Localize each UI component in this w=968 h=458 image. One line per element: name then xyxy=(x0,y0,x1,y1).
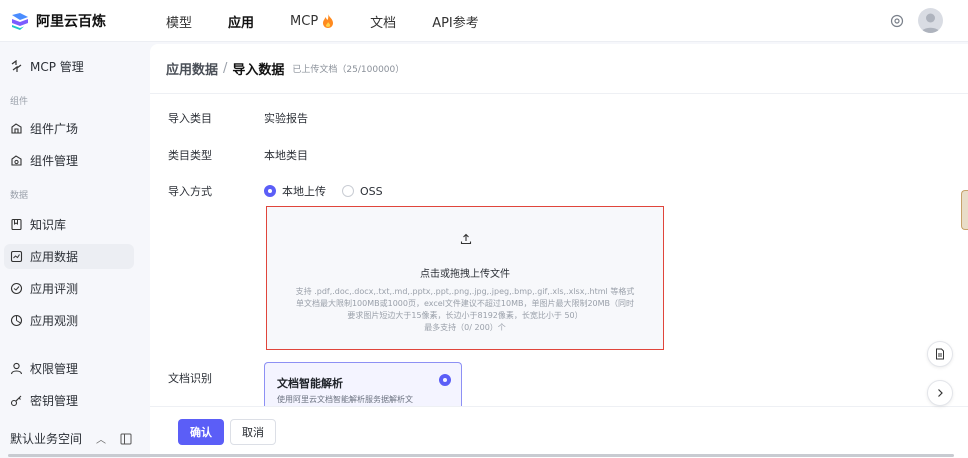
sidebar-item-label: 密钥管理 xyxy=(30,394,79,408)
sidebar-item-app-eval[interactable]: 应用评测 xyxy=(4,276,134,301)
sidebar-item-mcp[interactable]: MCP 管理 xyxy=(4,54,134,79)
chevron-up-icon[interactable]: ︿ xyxy=(96,431,106,446)
radio-local-upload-label[interactable]: 本地上传 xyxy=(282,183,326,199)
sidebar-item-label: 知识库 xyxy=(30,218,67,232)
nav-api-reference-label: API参考 xyxy=(432,15,479,31)
app-name: 阿里云百炼 xyxy=(36,14,106,30)
document-float-button[interactable] xyxy=(927,341,953,367)
smart-parse-title: 文档智能解析 xyxy=(277,377,343,390)
upload-max-count: 最多支持（0/ 200）个 xyxy=(424,323,506,332)
breadcrumb: 应用数据 / 导入数据 已上传文档（25/100000） xyxy=(150,44,968,94)
upload-count-note: 已上传文档（25/100000） xyxy=(292,65,405,75)
category-value: 实验报告 xyxy=(264,112,308,125)
import-method-radio-group: 本地上传 OSS xyxy=(264,183,399,199)
sidebar-group-components: 组件 xyxy=(10,97,29,107)
user-permission-icon xyxy=(10,362,23,375)
sidebar-item-label: 应用观测 xyxy=(30,314,79,328)
radio-local-upload[interactable] xyxy=(264,185,276,197)
category-label: 导入类目 xyxy=(168,112,212,125)
sidebar-item-label: 应用数据 xyxy=(30,250,79,264)
chevron-right-icon xyxy=(938,389,943,397)
smart-parse-card[interactable]: 文档智能解析 使用阿里云文档智能解析服务据解析文 xyxy=(264,362,462,410)
knowledge-base-icon xyxy=(11,218,22,231)
app-logo[interactable]: 阿里云百炼 xyxy=(10,11,106,31)
sidebar-item-label: 权限管理 xyxy=(30,362,79,376)
workspace-name[interactable]: 默认业务空间 xyxy=(10,430,82,447)
upload-image-limits: 要求图片短边大于15像素，长边小于8192像素，长宽比小于 50） xyxy=(347,311,583,320)
sidebar-item-permissions[interactable]: 权限管理 xyxy=(4,356,134,381)
nav-docs-label: 文档 xyxy=(370,15,397,31)
radio-oss[interactable] xyxy=(342,185,354,197)
nav-apps-label: 应用 xyxy=(228,15,255,31)
sidebar-item-knowledge[interactable]: 知识库 xyxy=(4,212,134,237)
sidebar-item-components-manage[interactable]: 组件管理 xyxy=(4,148,134,173)
type-label: 类目类型 xyxy=(168,149,212,162)
sidebar-item-components-plaza[interactable]: 组件广场 xyxy=(4,116,134,141)
sidebar: MCP 管理 组件 组件广场 组件管理 数据 知识库 应用数据 应用评测 应用观… xyxy=(0,42,142,458)
horizontal-scrollbar[interactable] xyxy=(8,454,954,457)
sidebar-item-app-data[interactable]: 应用数据 xyxy=(4,244,134,269)
document-icon xyxy=(936,348,944,360)
components-plaza-icon xyxy=(11,123,22,134)
components-manage-icon xyxy=(11,155,22,166)
sidebar-item-label: 组件广场 xyxy=(30,122,79,136)
nav-models-label: 模型 xyxy=(166,15,193,31)
confirm-button[interactable]: 确认 xyxy=(178,419,224,445)
mcp-icon xyxy=(11,60,22,72)
top-bar: 阿里云百炼 模型 应用 MCP 文档 API参考 xyxy=(0,0,968,42)
avatar-person-icon xyxy=(921,13,940,33)
sidebar-item-keys[interactable]: 密钥管理 xyxy=(4,388,134,413)
observe-icon xyxy=(10,314,23,327)
top-nav: 模型 应用 MCP 文档 API参考 xyxy=(166,0,515,42)
nav-models[interactable]: 模型 xyxy=(166,12,192,31)
nav-mcp[interactable]: MCP xyxy=(290,14,334,29)
key-icon xyxy=(10,395,22,407)
upload-title: 点击或拖拽上传文件 xyxy=(420,269,510,280)
smart-parse-description: 使用阿里云文档智能解析服务据解析文 xyxy=(277,395,413,404)
upload-dropzone[interactable]: 点击或拖拽上传文件 支持 .pdf,.doc,.docx,.txt,.md,.p… xyxy=(266,206,664,350)
nav-apps[interactable]: 应用 xyxy=(228,12,254,31)
page-title: 导入数据 xyxy=(232,63,285,78)
upload-limits: 单文档最大限制100MB或1000页，excel文件建议不超过10MB，单图片最… xyxy=(295,299,635,308)
sidebar-item-app-observe[interactable]: 应用观测 xyxy=(4,308,134,333)
bailian-logo-icon xyxy=(12,13,28,30)
type-value: 本地类目 xyxy=(264,149,308,162)
collapse-panel-icon[interactable] xyxy=(120,433,132,445)
breadcrumb-separator: / xyxy=(223,61,228,76)
sidebar-item-label: 组件管理 xyxy=(30,154,79,168)
settings-icon[interactable] xyxy=(890,14,904,28)
expand-float-button[interactable] xyxy=(927,380,953,406)
flame-icon xyxy=(323,14,334,28)
sidebar-item-label: MCP 管理 xyxy=(30,60,84,74)
sidebar-item-label: 应用评测 xyxy=(30,282,79,296)
sidebar-group-data: 数据 xyxy=(10,191,29,201)
radio-oss-label[interactable]: OSS xyxy=(360,185,383,198)
main-panel: 应用数据 / 导入数据 已上传文档（25/100000） 导入类目 实验报告 类… xyxy=(150,44,968,458)
user-avatar[interactable] xyxy=(918,8,943,33)
cancel-button[interactable]: 取消 xyxy=(230,419,276,445)
smart-parse-radio[interactable] xyxy=(439,374,451,386)
side-drawer-tab[interactable] xyxy=(961,190,968,230)
nav-docs[interactable]: 文档 xyxy=(370,12,396,31)
form-footer: 确认 取消 xyxy=(150,406,968,458)
workspace-switcher: 默认业务空间 ︿ xyxy=(10,430,132,447)
import-method-label: 导入方式 xyxy=(168,185,212,198)
nav-mcp-label: MCP xyxy=(290,13,319,29)
nav-api-reference[interactable]: API参考 xyxy=(432,12,479,31)
breadcrumb-parent[interactable]: 应用数据 xyxy=(166,59,218,78)
upload-icon xyxy=(460,233,472,245)
app-data-icon xyxy=(10,250,23,263)
recognition-label: 文档识别 xyxy=(168,372,212,385)
upload-formats: 支持 .pdf,.doc,.docx,.txt,.md,.pptx,.ppt,.… xyxy=(295,287,635,296)
evaluation-icon xyxy=(10,282,23,295)
